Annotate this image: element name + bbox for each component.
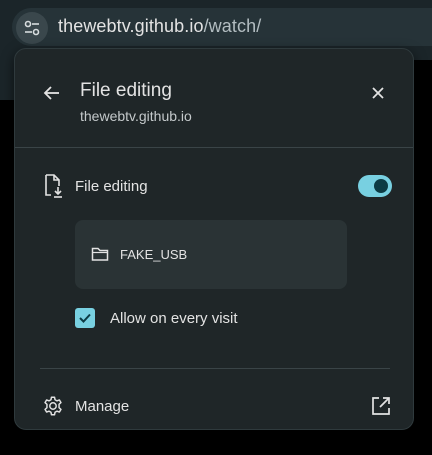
close-button[interactable] [365,80,391,106]
url-text[interactable]: thewebtv.github.io/watch/ [58,16,261,37]
header-divider [15,147,413,148]
arrow-back-icon [43,86,59,100]
permission-label: File editing [75,178,148,195]
file-editing-permission-row: File editing [42,173,392,201]
gear-icon [44,396,62,416]
file-editing-toggle[interactable] [358,175,392,197]
open-in-new-icon [372,397,390,415]
back-button[interactable] [39,80,65,106]
device-card: FAKE_USB [75,220,347,289]
toggle-knob [374,179,388,193]
footer-divider [40,368,390,369]
check-icon [79,313,91,323]
allow-every-visit-label: Allow on every visit [110,310,238,327]
manage-label: Manage [75,398,130,415]
manage-button[interactable]: Manage [42,394,392,420]
file-save-icon [45,174,62,198]
page-info-popup: File editing thewebtv.github.io File edi… [14,48,414,430]
allow-every-visit-checkbox[interactable] [75,308,95,328]
popup-subtitle: thewebtv.github.io [80,108,192,124]
url-path: /watch/ [203,16,262,36]
url-domain: thewebtv.github.io [58,16,204,36]
device-label: FAKE_USB [120,247,188,262]
tune-icon [24,20,40,36]
site-info-button[interactable] [16,12,48,44]
folder-icon [91,247,109,261]
close-icon [372,87,384,99]
popup-title: File editing [80,80,172,101]
